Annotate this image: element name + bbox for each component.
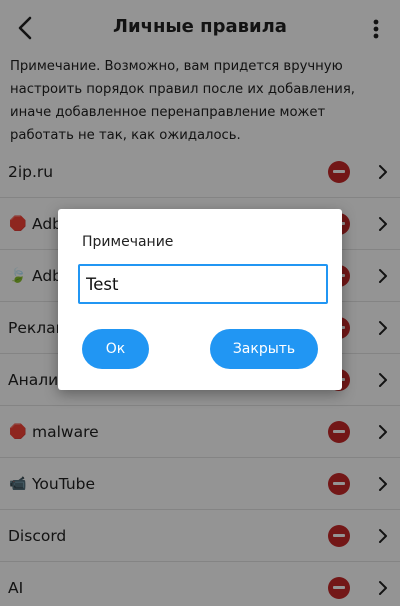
ok-button[interactable]: Ок bbox=[82, 329, 149, 369]
note-input[interactable] bbox=[78, 264, 328, 304]
note-dialog: Примечание Ок Закрыть bbox=[58, 209, 342, 390]
rules-screen: Личные правила Примечание. Возможно, вам… bbox=[0, 0, 400, 613]
dialog-title: Примечание bbox=[82, 234, 174, 250]
close-button[interactable]: Закрыть bbox=[210, 329, 318, 369]
